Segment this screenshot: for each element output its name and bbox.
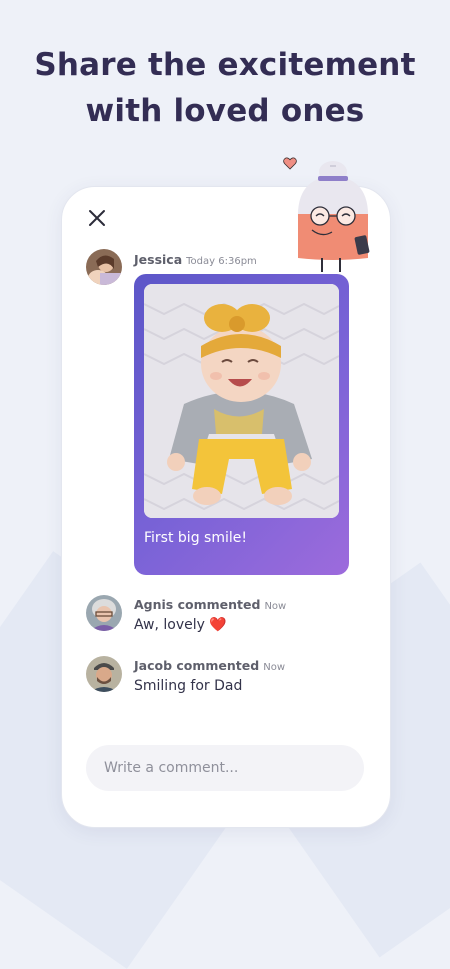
post-author-name: Jessica [134,252,183,267]
comment-input[interactable] [86,745,364,791]
comment-time: Now [264,601,287,612]
headline-line-2: with loved ones [85,93,365,129]
avatar-agnis[interactable] [86,595,122,631]
comment-author: Jacob commented [134,658,260,673]
avatar-jacob[interactable] [86,656,122,692]
comment-text: Smiling for Dad [134,678,243,694]
headline: Share the excitement with loved ones [0,42,450,134]
comment-author-line: Jacob commented Now [134,658,285,673]
comment-author-line: Agnis commented Now [134,597,286,612]
post-caption: First big smile! [144,530,247,546]
comment-text: Aw, lovely [134,617,205,633]
comment-author: Agnis commented [134,597,261,612]
post-photo[interactable] [144,284,339,518]
close-icon[interactable] [86,207,108,229]
grandma-illustration [297,161,370,272]
heart-emoji: ❤️ [209,617,227,633]
post-time: Today 6:36pm [186,256,257,267]
comment-text-row: Aw, lovely ❤️ [134,617,227,633]
comment-time: Now [263,662,285,673]
post-author-line: Jessica Today 6:36pm [134,252,257,267]
avatar-jessica[interactable] [86,249,122,285]
headline-line-1: Share the excitement [34,47,416,83]
